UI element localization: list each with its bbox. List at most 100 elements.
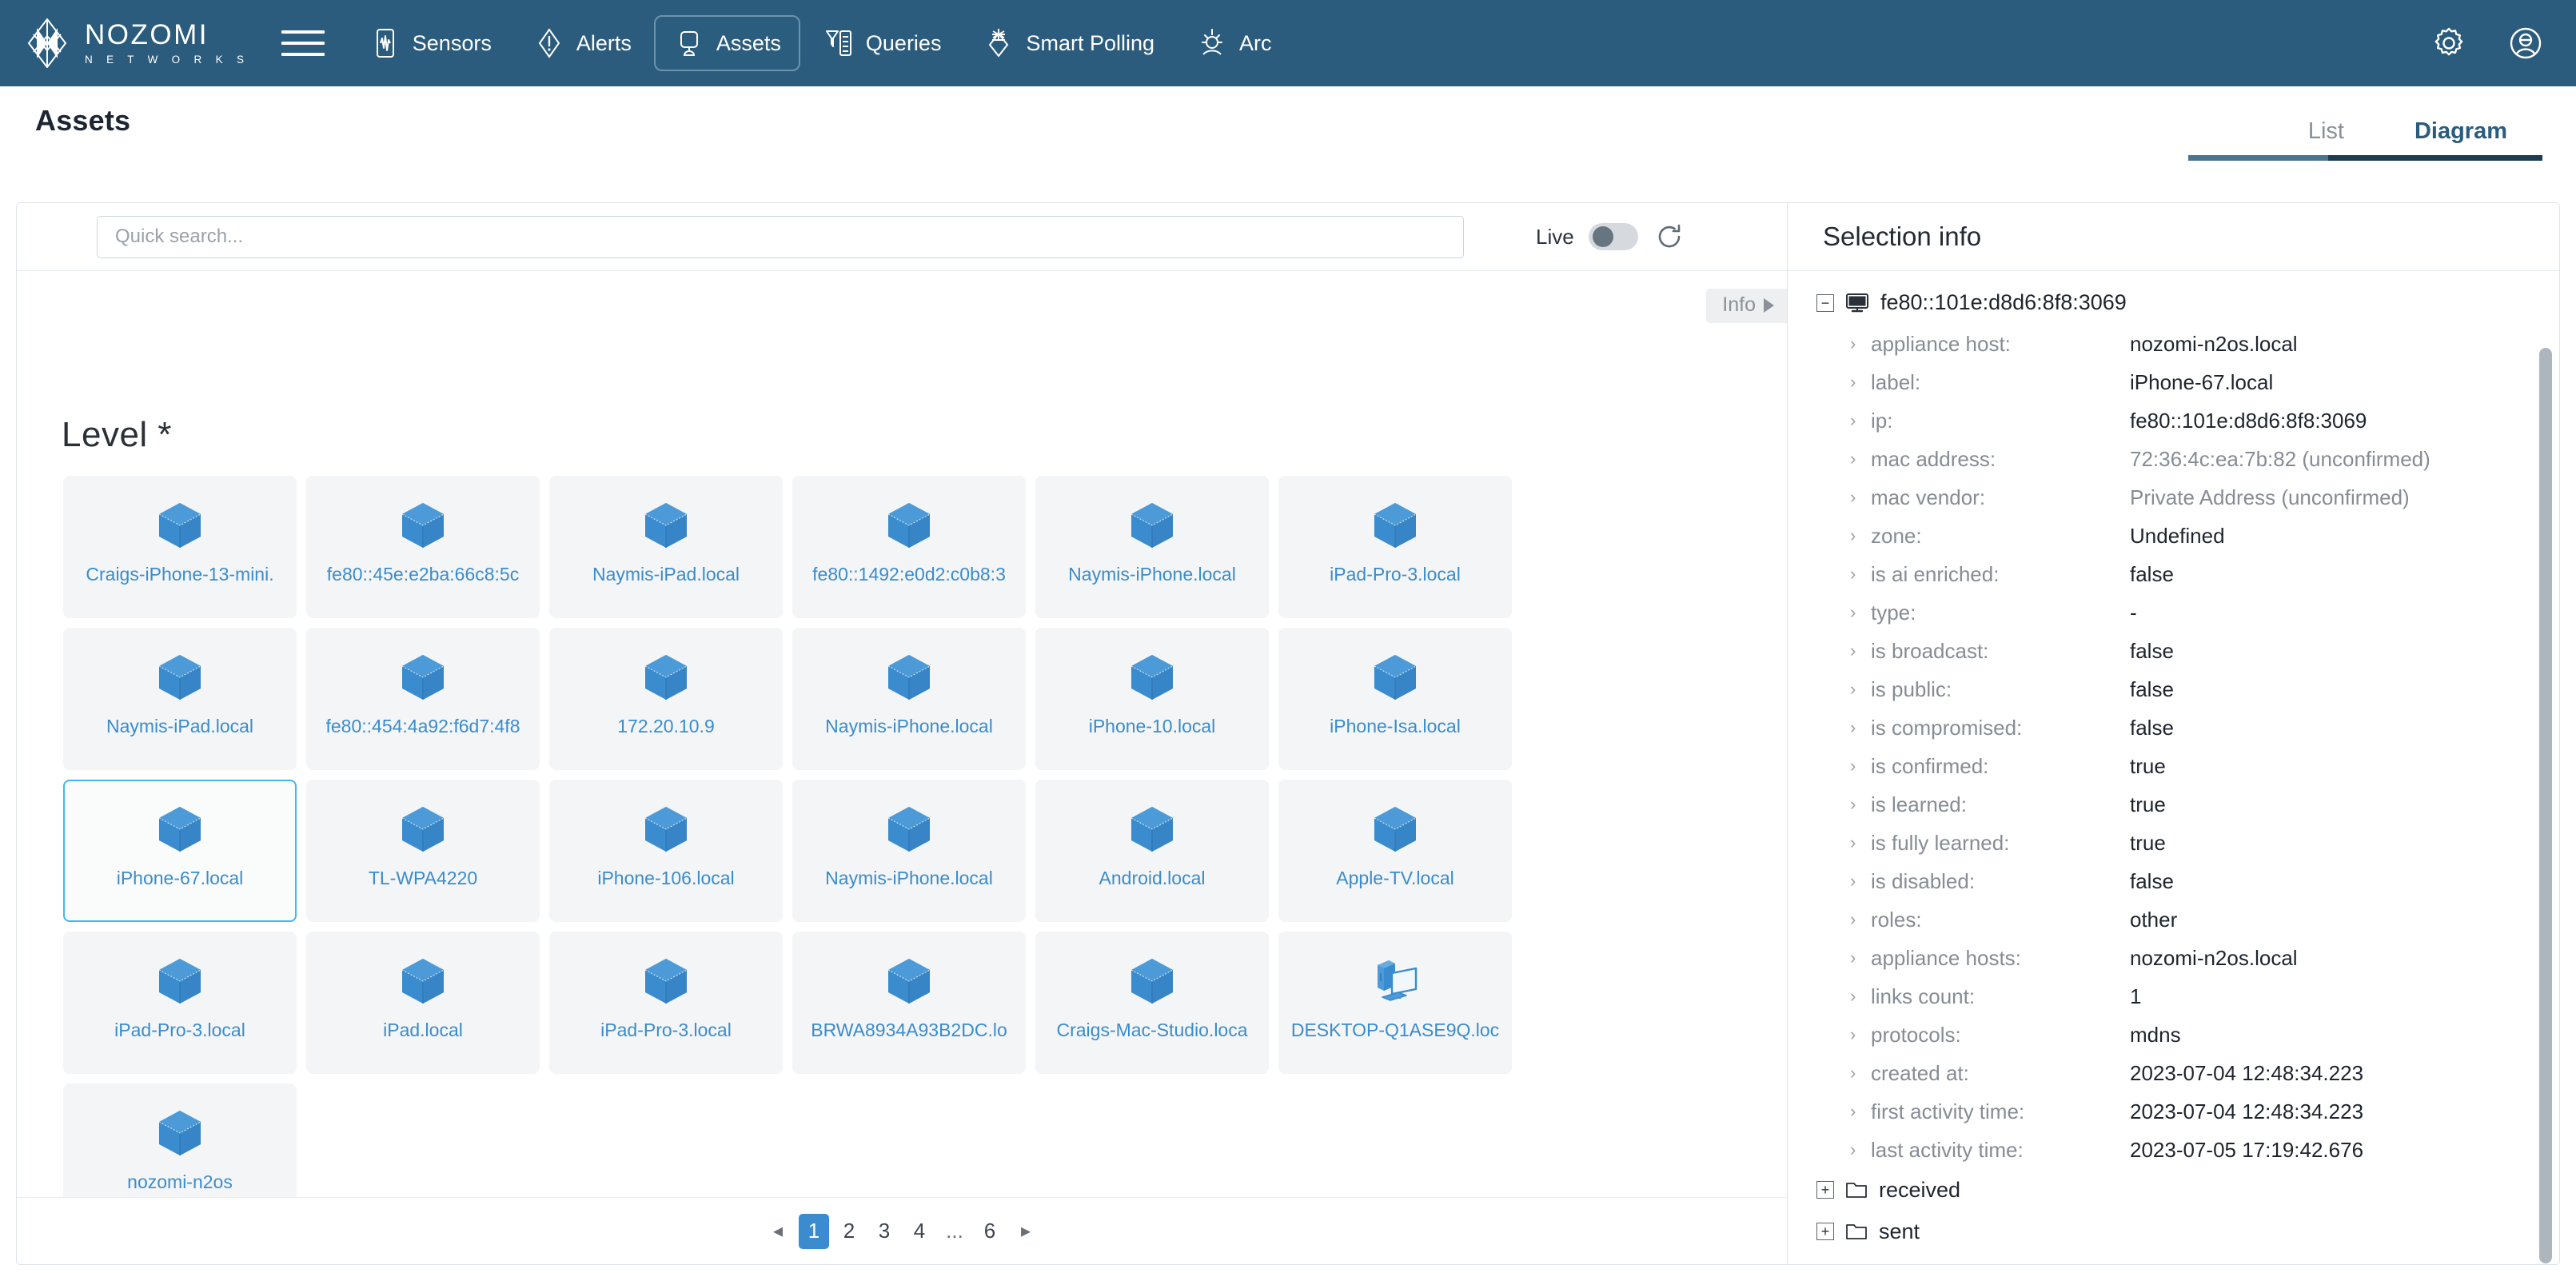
gear-icon[interactable] xyxy=(2430,25,2467,62)
cube-icon xyxy=(1374,807,1417,852)
nav-item-alerts[interactable]: Alerts xyxy=(514,15,651,71)
asset-node-button[interactable]: BRWA8934A93B2DC.lo xyxy=(792,932,1026,1074)
chevron-right-icon[interactable]: › xyxy=(1850,834,1866,852)
asset-node-button[interactable]: iPad-Pro-3.local xyxy=(549,932,783,1074)
chevron-right-icon[interactable]: › xyxy=(1850,872,1866,890)
tab-list[interactable]: List xyxy=(2273,118,2379,161)
asset-node-button[interactable]: iPad.local xyxy=(306,932,540,1074)
scrollbar-thumb[interactable] xyxy=(2539,348,2552,1263)
chevron-right-icon[interactable]: › xyxy=(1850,988,1866,1005)
chevron-right-icon[interactable]: › xyxy=(1850,680,1866,698)
asset-node-label: 172.20.10.9 xyxy=(617,716,715,736)
property-row: › is disabled: false xyxy=(1788,862,2559,900)
pagination-page[interactable]: 2 xyxy=(834,1214,864,1249)
asset-node-button[interactable]: iPhone-10.local xyxy=(1035,628,1269,770)
sensors-icon xyxy=(376,29,394,58)
chevron-right-icon[interactable]: › xyxy=(1850,1064,1866,1082)
pagination-page[interactable]: 3 xyxy=(869,1214,899,1249)
property-value: true xyxy=(2130,792,2166,816)
asset-node-button[interactable]: Naymis-iPhone.local xyxy=(1035,476,1269,618)
property-row: › zone: Undefined xyxy=(1788,517,2559,555)
asset-node-button[interactable]: Naymis-iPhone.local xyxy=(792,628,1026,770)
nav-item-sensors[interactable]: Sensors xyxy=(350,15,511,71)
asset-node-button[interactable]: iPhone-Isa.local xyxy=(1278,628,1512,770)
asset-node-button[interactable]: Android.local xyxy=(1035,780,1269,922)
child-node-row[interactable]: + sent xyxy=(1788,1211,2559,1252)
asset-node-selected[interactable]: iPhone-67.local xyxy=(63,780,297,922)
chevron-right-icon[interactable]: › xyxy=(1850,450,1866,468)
chevron-right-icon[interactable]: › xyxy=(1850,412,1866,429)
asset-node-button[interactable]: Craigs-Mac-Studio.loca xyxy=(1035,932,1269,1074)
expand-expander-icon[interactable]: + xyxy=(1816,1181,1834,1199)
asset-node-button[interactable]: fe80::45e:e2ba:66c8:5c xyxy=(306,476,540,618)
chevron-right-icon[interactable]: › xyxy=(1850,565,1866,583)
expand-expander-icon[interactable]: + xyxy=(1816,1223,1834,1240)
nav-item-smart-polling[interactable]: Smart Polling xyxy=(963,15,1174,71)
child-node-label: sent xyxy=(1879,1219,1920,1243)
child-node-row[interactable]: + tcp retransmission xyxy=(1788,1252,2559,1265)
refresh-icon[interactable] xyxy=(1653,220,1686,253)
asset-node-label: Craigs-iPhone-13-mini. xyxy=(86,564,274,585)
chevron-right-icon[interactable]: › xyxy=(1850,489,1866,506)
asset-node-button[interactable]: 172.20.10.9 xyxy=(549,628,783,770)
chevron-right-icon[interactable]: › xyxy=(1850,604,1866,621)
asset-node-button[interactable]: iPad-Pro-3.local xyxy=(1278,476,1512,618)
chevron-right-icon[interactable]: › xyxy=(1850,911,1866,928)
chevron-right-icon[interactable]: › xyxy=(1850,719,1866,736)
asset-node-button[interactable]: iPhone-106.local xyxy=(549,780,783,922)
asset-node-button[interactable]: DESKTOP-Q1ASE9Q.loc xyxy=(1278,932,1512,1074)
asset-node-label: fe80::1492:e0d2:c0b8:3 xyxy=(812,564,1006,585)
nav-label: Alerts xyxy=(576,30,632,55)
asset-node: iPad-Pro-3.local xyxy=(544,927,788,1079)
chevron-right-icon[interactable]: › xyxy=(1850,373,1866,391)
asset-node-button[interactable]: Naymis-iPad.local xyxy=(549,476,783,618)
asset-node-button[interactable]: iPad-Pro-3.local xyxy=(63,932,297,1074)
pagination-next[interactable]: ▸ xyxy=(1010,1216,1042,1246)
chevron-right-icon[interactable]: › xyxy=(1850,642,1866,660)
chevron-right-icon[interactable]: › xyxy=(1850,796,1866,813)
selection-info-header: Selection info xyxy=(1788,203,2559,271)
asset-node-button[interactable]: Naymis-iPad.local xyxy=(63,628,297,770)
asset-node: Naymis-iPhone.local xyxy=(1031,471,1274,623)
pagination-page[interactable]: 6 xyxy=(975,1214,1005,1249)
asset-node-button[interactable]: TL-WPA4220 xyxy=(306,780,540,922)
chevron-right-icon[interactable]: › xyxy=(1850,949,1866,967)
diagram-canvas[interactable]: Info Level * Craigs-iPhone-13-mini. fe80… xyxy=(17,271,1787,1197)
chevron-right-icon[interactable]: › xyxy=(1850,335,1866,353)
search-input[interactable] xyxy=(97,215,1464,258)
hamburger-icon[interactable] xyxy=(281,24,326,62)
child-node-row[interactable]: + received xyxy=(1788,1169,2559,1211)
pagination-page[interactable]: 1 xyxy=(799,1213,829,1249)
asset-node-button[interactable]: Naymis-iPhone.local xyxy=(792,780,1026,922)
pagination-prev[interactable]: ◂ xyxy=(762,1216,794,1246)
chevron-right-icon[interactable]: › xyxy=(1850,1026,1866,1044)
cube-icon xyxy=(644,807,688,852)
nav-item-assets[interactable]: Assets xyxy=(653,15,800,71)
nav-item-arc[interactable]: Arc xyxy=(1177,15,1291,71)
asset-node-label: nozomi-n2os xyxy=(127,1171,233,1192)
chevron-right-icon[interactable]: › xyxy=(1850,757,1866,775)
nav-item-queries[interactable]: Queries xyxy=(804,15,961,71)
pagination-page[interactable]: 4 xyxy=(904,1214,935,1249)
asset-node-button[interactable]: nozomi-n2os xyxy=(63,1083,297,1197)
asset-node: Naymis-iPhone.local xyxy=(788,775,1031,927)
collapse-expander-icon[interactable]: − xyxy=(1816,293,1834,312)
account-icon[interactable] xyxy=(2507,25,2544,62)
live-toggle[interactable] xyxy=(1588,223,1638,250)
asset-node-button[interactable]: Apple-TV.local xyxy=(1278,780,1512,922)
chevron-right-icon[interactable]: › xyxy=(1850,1141,1866,1159)
property-row: › is confirmed: true xyxy=(1788,747,2559,785)
asset-node: nozomi-n2os xyxy=(58,1079,301,1197)
asset-node-button[interactable]: fe80::454:4a92:f6d7:4f8 xyxy=(306,628,540,770)
chevron-right-icon[interactable]: › xyxy=(1850,1103,1866,1120)
selection-root-node[interactable]: − fe80::101e:d8d6:8f8:3069 xyxy=(1788,290,2559,320)
tab-diagram[interactable]: Diagram xyxy=(2379,118,2542,161)
asset-node-button[interactable]: fe80::1492:e0d2:c0b8:3 xyxy=(792,476,1026,618)
brand-logo[interactable]: NOZOMI N E T W O R K S xyxy=(24,18,249,68)
asset-node-button[interactable]: Craigs-iPhone-13-mini. xyxy=(63,476,297,618)
chevron-right-icon[interactable]: › xyxy=(1850,527,1866,545)
info-toggle-button[interactable]: Info xyxy=(1706,289,1787,323)
cube-icon xyxy=(1130,655,1174,700)
property-key: protocols: xyxy=(1871,1022,1961,1047)
selection-scrollbar[interactable] xyxy=(2539,348,2552,1263)
